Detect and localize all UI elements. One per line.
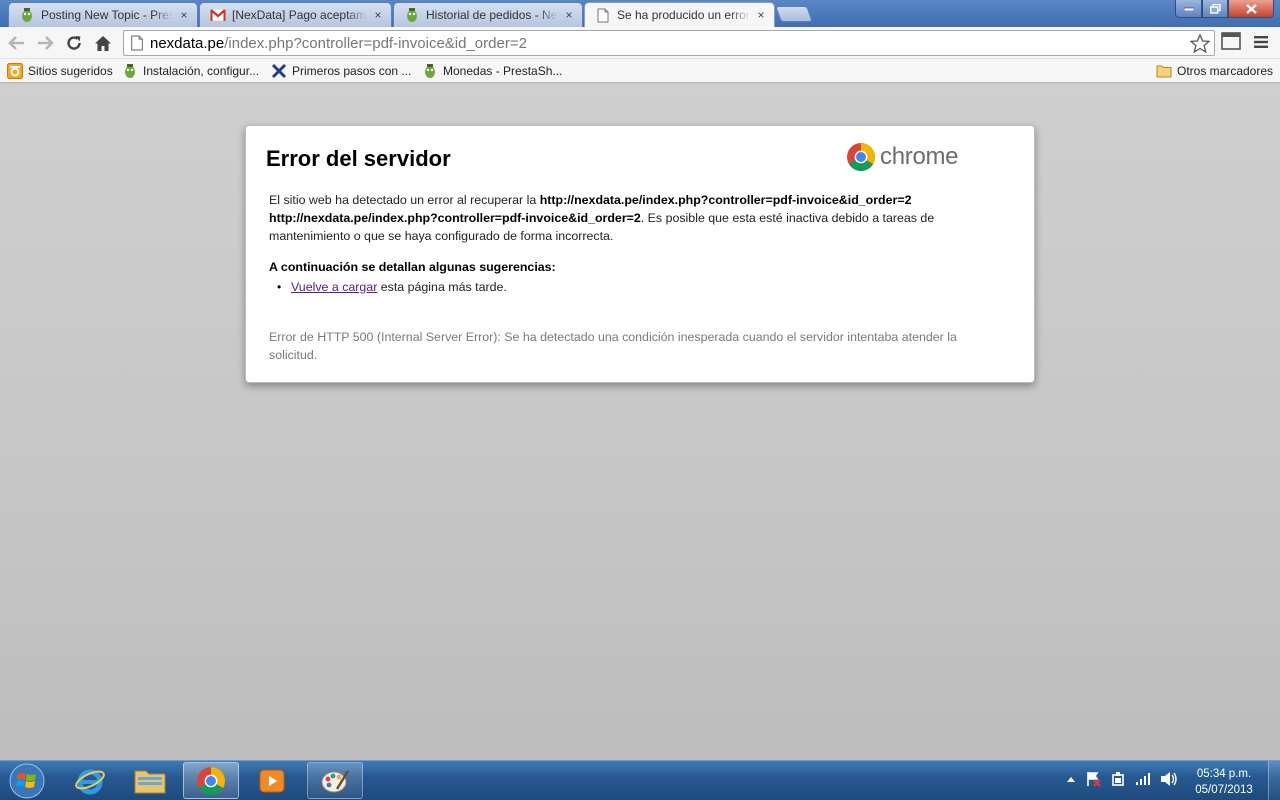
internet-explorer-icon: [75, 769, 105, 794]
url-path: /index.php?controller=pdf-invoice&id_ord…: [224, 34, 527, 52]
chrome-icon: [847, 143, 875, 171]
reload-icon: [67, 36, 81, 50]
clock-date: 05/07/2013: [1195, 784, 1253, 796]
error-message: El sitio web ha detectado un error al re…: [269, 191, 989, 245]
chrome-icon: [197, 766, 225, 795]
error-url: http://nexdata.pe/index.php?controller=p…: [269, 211, 641, 225]
tab-title: Se ha producido un error al: [617, 8, 750, 22]
omnibox[interactable]: nexdata.pe/index.php?controller=pdf-invo…: [123, 30, 1215, 56]
taskbar: 05:34 p.m. 05/07/2013: [0, 760, 1280, 800]
bookmark-primeros-pasos[interactable]: Primeros pasos con ...: [271, 62, 411, 80]
tab-error-active[interactable]: Se ha producido un error al ×: [584, 2, 775, 27]
arrow-right-icon: [38, 36, 54, 50]
error-url: http://nexdata.pe/index.php?controller=p…: [539, 193, 912, 207]
folder-icon: [134, 770, 166, 793]
windows-logo-icon: [9, 763, 45, 799]
x-logo-icon: [271, 63, 287, 79]
new-tab-button[interactable]: [775, 6, 813, 22]
prestashop-icon: [404, 7, 420, 23]
tab-title: [NexData] Pago aceptamo: [232, 8, 367, 22]
menu-icon: [1254, 36, 1268, 48]
tab-posting-new-topic[interactable]: Posting New Topic - Prest ×: [8, 2, 198, 27]
url-host: nexdata.pe: [150, 34, 225, 52]
tab-historial-pedidos[interactable]: Historial de pedidos - Nex ×: [393, 2, 583, 27]
error-message-prefix: El sitio web ha detectado un error al re…: [269, 193, 540, 207]
page-content: Error del servidor chrome El sitio web h…: [0, 84, 1280, 760]
bookmark-sitios-sugeridos[interactable]: Sitios sugeridos: [7, 62, 113, 80]
bookmarks-bar: Sitios sugeridos Instalación, configur..…: [0, 59, 1280, 83]
error-detail: Error de HTTP 500 (Internal Server Error…: [269, 330, 957, 362]
window-controls: [1175, 0, 1274, 18]
tab-title: Posting New Topic - Prest: [41, 8, 173, 22]
chrome-logo: chrome: [846, 142, 959, 172]
network-signal-icon[interactable]: [1135, 772, 1151, 786]
bookmark-label: Monedas - PrestaSh...: [443, 64, 563, 78]
prestashop-icon: [122, 63, 138, 79]
back-button[interactable]: [6, 32, 28, 54]
close-icon[interactable]: ×: [562, 8, 576, 22]
browser-toolbar: nexdata.pe/index.php?controller=pdf-invo…: [0, 27, 1280, 59]
close-icon[interactable]: ×: [371, 8, 385, 22]
reload-link[interactable]: Vuelve a cargar: [291, 280, 377, 294]
tab-title: Historial de pedidos - Nex: [426, 8, 558, 22]
taskbar-clock[interactable]: 05:34 p.m. 05/07/2013: [1188, 766, 1260, 798]
list-item: Vuelve a cargar esta página más tarde.: [277, 280, 507, 294]
prestashop-icon: [422, 63, 438, 79]
bookmark-label: Primeros pasos con ...: [292, 64, 412, 78]
star-icon[interactable]: [1190, 34, 1210, 53]
page-title: Error del servidor: [266, 146, 451, 171]
clock-time: 05:34 p.m.: [1196, 768, 1252, 780]
home-button[interactable]: [92, 32, 114, 54]
tab-nexdata-pago[interactable]: [NexData] Pago aceptamo ×: [199, 2, 392, 27]
power-icon[interactable]: [1110, 771, 1126, 787]
taskbar-chrome[interactable]: [183, 762, 239, 799]
paint-icon: [321, 769, 350, 792]
start-button[interactable]: [6, 763, 48, 799]
show-hidden-icons-icon[interactable]: [1066, 775, 1076, 783]
folder-icon: [1156, 63, 1172, 79]
show-desktop-button[interactable]: [1268, 761, 1280, 800]
forward-button[interactable]: [34, 32, 56, 54]
volume-icon[interactable]: [1160, 771, 1178, 787]
suggested-sites-icon: [7, 63, 23, 79]
error-box: Error del servidor chrome El sitio web h…: [245, 125, 1035, 383]
reload-button[interactable]: [63, 32, 85, 54]
taskbar-file-explorer[interactable]: [122, 762, 178, 799]
page-icon: [595, 7, 611, 23]
bookmark-label: Sitios sugeridos: [28, 64, 113, 78]
other-bookmarks-folder[interactable]: Otros marcadores: [1156, 62, 1273, 80]
taskbar-media-player[interactable]: [244, 762, 300, 799]
window-icon: [1221, 32, 1241, 50]
page-action-button[interactable]: [1221, 32, 1241, 53]
chrome-wordmark: chrome: [880, 143, 959, 170]
suggestions-heading: A continuación se detallan algunas suger…: [269, 260, 556, 274]
minimize-button[interactable]: [1175, 0, 1202, 18]
suggestions-list: Vuelve a cargar esta página más tarde.: [277, 280, 507, 294]
action-center-icon[interactable]: [1085, 771, 1101, 787]
gmail-icon: [210, 7, 226, 23]
tab-strip: Posting New Topic - Prest × [NexData] Pa…: [0, 0, 1280, 27]
close-window-button[interactable]: [1228, 0, 1274, 18]
arrow-left-icon: [8, 36, 24, 50]
prestashop-icon: [19, 7, 35, 23]
chrome-menu-button[interactable]: [1253, 35, 1269, 52]
home-icon: [95, 35, 111, 51]
bookmark-monedas[interactable]: Monedas - PrestaSh...: [422, 62, 562, 80]
close-icon[interactable]: ×: [177, 8, 191, 22]
bookmark-label: Otros marcadores: [1177, 64, 1274, 78]
bookmark-label: Instalación, configur...: [143, 64, 260, 78]
suggestion-text: esta página más tarde.: [377, 280, 507, 294]
bookmark-instalacion[interactable]: Instalación, configur...: [122, 62, 259, 80]
taskbar-paint[interactable]: [307, 762, 363, 799]
page-icon: [131, 35, 143, 51]
system-tray: [1066, 771, 1178, 787]
restore-button[interactable]: [1202, 0, 1228, 18]
media-player-icon: [259, 769, 285, 792]
close-icon[interactable]: ×: [754, 8, 768, 22]
taskbar-internet-explorer[interactable]: [62, 762, 118, 799]
